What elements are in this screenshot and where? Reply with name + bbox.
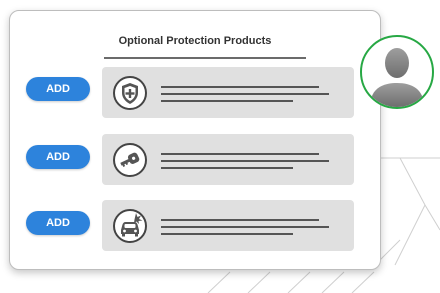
- text-placeholder-line: [161, 93, 329, 95]
- text-placeholder-line: [161, 153, 319, 155]
- car-key-icon: [112, 142, 148, 178]
- panel-title: Optional Protection Products: [118, 35, 272, 47]
- product-row-3: [102, 200, 354, 251]
- text-placeholder-line: [161, 226, 329, 228]
- add-button-2[interactable]: ADD: [26, 145, 90, 169]
- user-avatar: [360, 35, 434, 109]
- product-row-1: [102, 67, 354, 118]
- shield-plus-icon: [112, 75, 148, 111]
- text-placeholder-line: [161, 167, 293, 169]
- text-placeholder-line: [161, 100, 293, 102]
- product-row-2: [102, 134, 354, 185]
- text-placeholder-line: [161, 219, 319, 221]
- text-placeholder-line: [161, 160, 329, 162]
- car-damage-icon: [112, 208, 148, 244]
- title-divider: [104, 57, 306, 59]
- add-button-3[interactable]: ADD: [26, 211, 90, 235]
- text-placeholder-line: [161, 233, 293, 235]
- optional-protection-panel: Optional Protection Products ADD ADD ADD: [9, 10, 381, 270]
- text-placeholder-line: [161, 86, 319, 88]
- user-silhouette-icon: [370, 48, 424, 107]
- add-button-1[interactable]: ADD: [26, 77, 90, 101]
